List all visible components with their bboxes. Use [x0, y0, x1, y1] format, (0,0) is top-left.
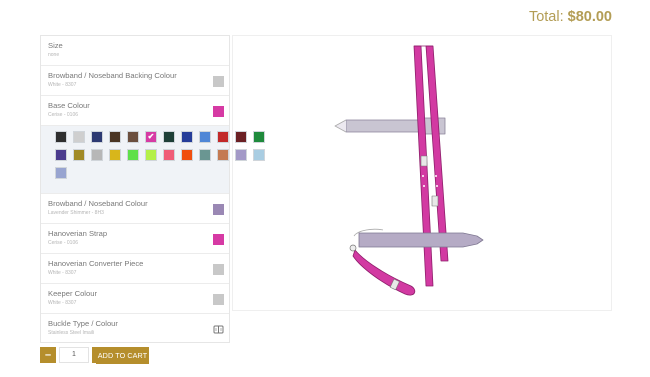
color-swatch	[213, 106, 224, 117]
option-value: none	[48, 52, 60, 58]
option-keeper-colour[interactable]: Keeper Colour White - 8307	[41, 284, 229, 314]
option-buckle-type[interactable]: Buckle Type / Colour Stainless Steel Ima…	[41, 314, 229, 344]
option-value: Cerise - 0106	[48, 240, 79, 246]
option-value: Stainless Steel Imaili	[48, 330, 95, 336]
total-amount: $80.00	[567, 9, 612, 25]
palette-color-swatch[interactable]	[127, 149, 139, 161]
options-panel: Size none Browband / Noseband Backing Co…	[40, 35, 265, 344]
option-label: Buckle Type / Colour	[48, 319, 118, 328]
checkmark-icon: ✔	[147, 132, 155, 141]
option-label: Size	[48, 41, 63, 50]
option-label: Browband / Noseband Colour	[48, 199, 148, 208]
total-label: Total:	[528, 9, 564, 25]
add-to-cart-button[interactable]: ADD TO CART	[96, 347, 149, 364]
palette-color-swatch[interactable]: ✔	[145, 131, 157, 143]
option-base-colour[interactable]: Base Colour Cerise - 0106	[41, 96, 229, 126]
palette-color-swatch[interactable]	[55, 167, 67, 179]
option-value: White - 8307	[48, 270, 77, 276]
palette-color-swatch[interactable]	[145, 149, 157, 161]
palette-color-swatch[interactable]	[181, 149, 193, 161]
decrement-button[interactable]: –	[40, 347, 56, 363]
color-palette: ✔	[41, 126, 265, 194]
palette-color-swatch[interactable]	[163, 131, 175, 143]
option-label: Hanoverian Strap	[48, 229, 108, 238]
option-backing-colour[interactable]: Browband / Noseband Backing Colour White…	[41, 66, 229, 96]
bridle-illustration	[334, 45, 484, 296]
color-swatch	[213, 76, 224, 87]
palette-color-swatch[interactable]	[199, 149, 211, 161]
option-value: White - 8307	[48, 300, 77, 306]
bridle-preview	[232, 35, 612, 311]
option-value: Lavender Shimmer - 8H3	[48, 210, 104, 216]
option-label: Hanoverian Converter Piece	[48, 259, 144, 268]
palette-color-swatch[interactable]	[109, 149, 121, 161]
option-converter-piece[interactable]: Hanoverian Converter Piece White - 8307	[41, 254, 229, 284]
option-label: Keeper Colour	[48, 289, 97, 298]
buckle-icon	[213, 325, 224, 334]
quantity-input[interactable]: 1	[59, 347, 89, 363]
cart-total: Total: $80.00	[529, 9, 612, 25]
palette-color-swatch[interactable]	[55, 149, 67, 161]
color-swatch	[213, 204, 224, 215]
option-label: Browband / Noseband Backing Colour	[48, 71, 177, 80]
palette-color-swatch[interactable]	[91, 131, 103, 143]
palette-color-swatch[interactable]	[181, 131, 193, 143]
palette-color-swatch[interactable]	[217, 131, 229, 143]
palette-color-swatch[interactable]	[217, 149, 229, 161]
palette-color-swatch[interactable]	[127, 131, 139, 143]
option-label: Base Colour	[48, 101, 90, 110]
palette-color-swatch[interactable]	[55, 131, 67, 143]
palette-color-swatch[interactable]	[163, 149, 175, 161]
color-swatch	[213, 264, 224, 275]
color-swatch	[213, 294, 224, 305]
option-browband-colour[interactable]: Browband / Noseband Colour Lavender Shim…	[41, 194, 229, 224]
palette-color-swatch[interactable]	[109, 131, 121, 143]
color-swatch	[213, 234, 224, 245]
palette-color-swatch[interactable]	[199, 131, 211, 143]
palette-color-swatch[interactable]	[91, 149, 103, 161]
palette-color-swatch[interactable]	[73, 149, 85, 161]
option-value: White - 8307	[48, 82, 77, 88]
option-size[interactable]: Size none	[41, 36, 229, 66]
option-hanoverian-strap[interactable]: Hanoverian Strap Cerise - 0106	[41, 224, 229, 254]
option-value: Cerise - 0106	[48, 112, 79, 118]
palette-color-swatch[interactable]	[73, 131, 85, 143]
